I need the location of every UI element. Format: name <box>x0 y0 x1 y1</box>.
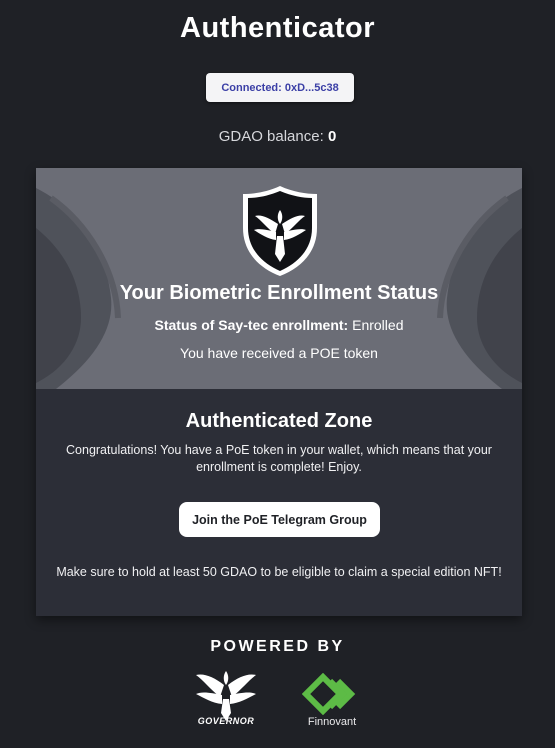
enrollment-status: Status of Say-tec enrollment: Enrolled <box>36 317 522 333</box>
powered-by-label: POWERED BY <box>210 638 345 655</box>
status-panel: Your Biometric Enrollment Status Status … <box>36 168 522 389</box>
balance-value: 0 <box>327 128 337 145</box>
phoenix-shield-icon <box>243 186 317 276</box>
telegram-group-button[interactable]: Join the PoE Telegram Group <box>179 502 380 537</box>
enrollment-status-value: Enrolled <box>352 317 404 333</box>
poe-message: You have received a POE token <box>180 345 378 361</box>
hold-message: Make sure to hold at least 50 GDAO to be… <box>56 565 502 579</box>
balance-label: GDAO balance: <box>218 128 324 145</box>
wallet-connect-button[interactable]: Connected: 0xD...5c38 <box>206 73 354 102</box>
governor-logo-text: GOVERNOR <box>197 716 255 726</box>
status-title: Your Biometric Enrollment Status <box>119 282 439 304</box>
enrollment-status-label: Status of Say-tec enrollment: <box>154 317 349 333</box>
zone-message: Congratulations! You have a PoE token in… <box>66 443 492 474</box>
gdao-balance: GDAO balance: 0 <box>0 128 555 145</box>
zone-title: Authenticated Zone <box>185 410 373 432</box>
finnovant-logo-text: Finnovant <box>307 716 357 728</box>
finnovant-chevron-logo-icon <box>302 673 356 715</box>
enrollment-card: Your Biometric Enrollment Status Status … <box>36 168 522 616</box>
page-title: Authenticator <box>180 12 375 44</box>
